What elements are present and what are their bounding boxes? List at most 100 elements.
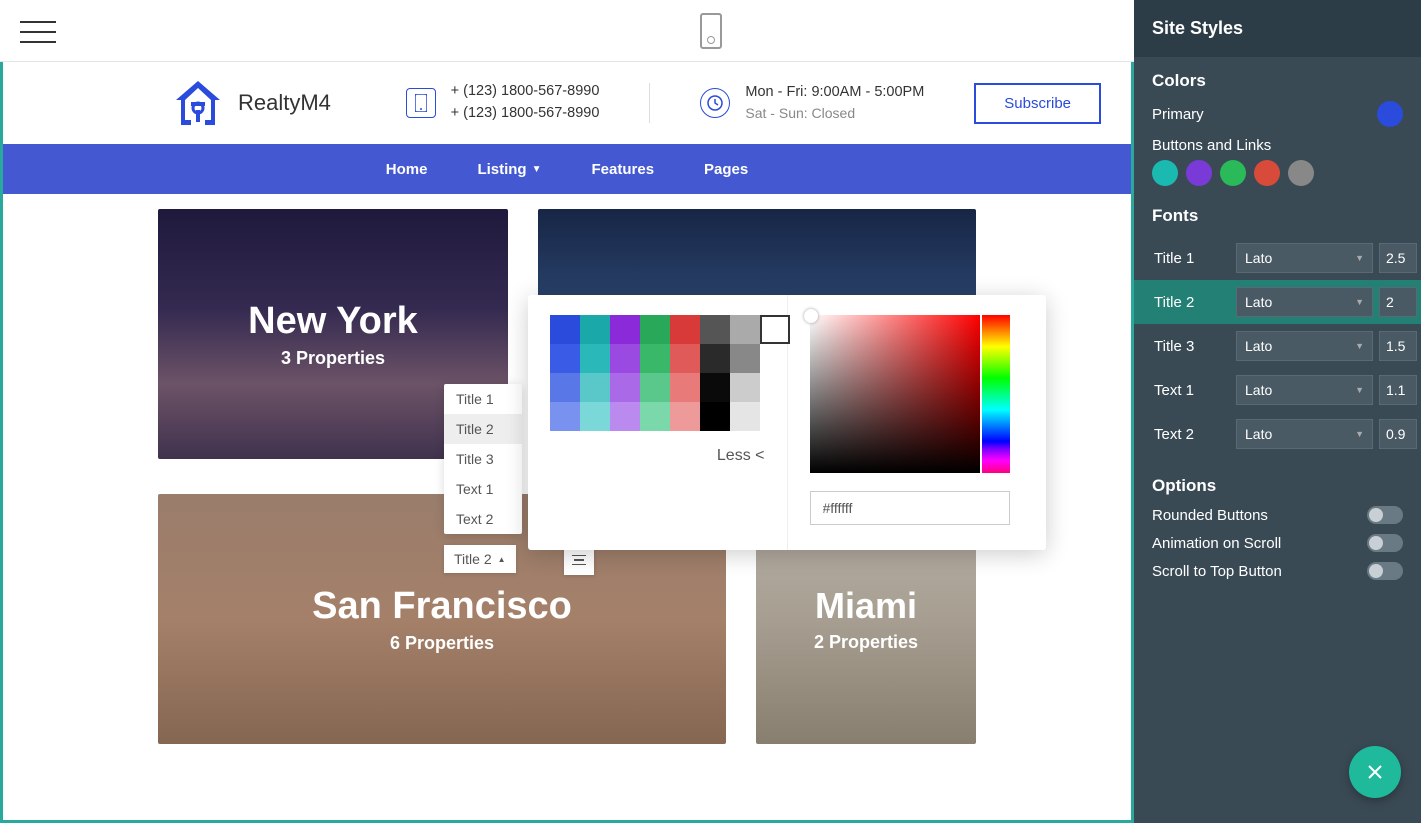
color-swatch[interactable] xyxy=(700,344,730,373)
primary-color-swatch[interactable] xyxy=(1377,101,1403,127)
font-family-select[interactable]: Lato▼ xyxy=(1236,287,1373,317)
panel-title: Site Styles xyxy=(1134,0,1421,57)
options-section: Options Rounded Buttons Animation on Scr… xyxy=(1134,462,1421,596)
style-option-text-2[interactable]: Text 2 xyxy=(444,504,522,534)
style-option-text-1[interactable]: Text 1 xyxy=(444,474,522,504)
hue-slider[interactable] xyxy=(982,315,1010,473)
font-family-select[interactable]: Lato▼ xyxy=(1236,331,1373,361)
color-swatch[interactable] xyxy=(730,344,760,373)
nav-listing[interactable]: Listing▼ xyxy=(477,161,541,178)
color-swatch[interactable] xyxy=(550,344,580,373)
font-row-title-2[interactable]: Title 2 Lato▼ xyxy=(1134,280,1421,324)
card-title: Miami xyxy=(815,585,917,627)
button-color-swatch[interactable] xyxy=(1186,160,1212,186)
color-swatch[interactable] xyxy=(700,402,730,431)
nav-home[interactable]: Home xyxy=(386,161,428,178)
button-color-swatch[interactable] xyxy=(1254,160,1280,186)
color-swatch[interactable] xyxy=(610,402,640,431)
color-swatch[interactable] xyxy=(610,373,640,402)
color-swatch[interactable] xyxy=(640,315,670,344)
color-swatch[interactable] xyxy=(580,315,610,344)
fonts-section: Fonts Title 1Lato▼Title 2Lato▼Title 3Lat… xyxy=(1134,192,1421,462)
logo[interactable]: RealtyM4 xyxy=(173,78,331,128)
color-swatch[interactable] xyxy=(670,402,700,431)
phone-2[interactable]: + (123) 1800-567-8990 xyxy=(451,103,600,125)
separator xyxy=(649,83,650,123)
button-color-swatch[interactable] xyxy=(1288,160,1314,186)
style-option-title-3[interactable]: Title 3 xyxy=(444,444,522,474)
font-rows: Title 1Lato▼Title 2Lato▼Title 3Lato▼Text… xyxy=(1152,236,1403,456)
style-option-title-2[interactable]: Title 2 xyxy=(444,414,522,444)
hamburger-menu-icon[interactable] xyxy=(20,13,56,49)
font-family-select[interactable]: Lato▼ xyxy=(1236,419,1373,449)
less-toggle[interactable]: Less < xyxy=(550,447,765,465)
scroll-top-toggle[interactable] xyxy=(1367,562,1403,580)
phone-1[interactable]: + (123) 1800-567-8990 xyxy=(451,81,600,103)
font-size-input[interactable] xyxy=(1379,243,1417,273)
animation-scroll-row: Animation on Scroll xyxy=(1152,534,1403,552)
primary-label: Primary xyxy=(1152,106,1204,123)
custom-color-panel xyxy=(788,295,1047,550)
font-family-select[interactable]: Lato▼ xyxy=(1236,243,1373,273)
color-swatch-selected[interactable] xyxy=(760,315,790,344)
color-swatch[interactable] xyxy=(670,373,700,402)
hours-2: Sat - Sun: Closed xyxy=(745,103,924,124)
color-swatch[interactable] xyxy=(640,373,670,402)
font-family-select[interactable]: Lato▼ xyxy=(1236,375,1373,405)
font-row-text-1[interactable]: Text 1Lato▼ xyxy=(1134,368,1421,412)
animation-toggle[interactable] xyxy=(1367,534,1403,552)
button-colors-row xyxy=(1152,160,1403,186)
scrolltop-label: Scroll to Top Button xyxy=(1152,563,1282,580)
font-size-input[interactable] xyxy=(1379,331,1417,361)
button-color-swatch[interactable] xyxy=(1152,160,1178,186)
sv-cursor[interactable] xyxy=(804,309,818,323)
card-subtitle: 2 Properties xyxy=(814,632,918,653)
hours-1: Mon - Fri: 9:00AM - 5:00PM xyxy=(745,82,924,104)
primary-color-row: Primary xyxy=(1152,101,1403,127)
color-swatch[interactable] xyxy=(640,402,670,431)
hex-input[interactable] xyxy=(810,491,1010,525)
font-size-input[interactable] xyxy=(1379,419,1417,449)
house-logo-icon xyxy=(173,78,223,128)
style-option-title-1[interactable]: Title 1 xyxy=(444,384,522,414)
color-swatch[interactable] xyxy=(730,315,760,344)
button-color-swatch[interactable] xyxy=(1220,160,1246,186)
color-swatch[interactable] xyxy=(730,373,760,402)
color-swatch[interactable] xyxy=(700,315,730,344)
color-swatch[interactable] xyxy=(670,344,700,373)
saturation-value-box[interactable] xyxy=(810,315,980,473)
color-swatch[interactable] xyxy=(550,373,580,402)
font-size-input[interactable] xyxy=(1379,375,1417,405)
color-swatch[interactable] xyxy=(550,315,580,344)
font-row-text-2[interactable]: Text 2Lato▼ xyxy=(1134,412,1421,456)
subscribe-button[interactable]: Subscribe xyxy=(974,83,1101,124)
font-row-title-3[interactable]: Title 3Lato▼ xyxy=(1134,324,1421,368)
font-row-title-1[interactable]: Title 1Lato▼ xyxy=(1134,236,1421,280)
color-swatch[interactable] xyxy=(550,402,580,431)
mobile-preview-icon[interactable] xyxy=(700,13,722,49)
rounded-toggle[interactable] xyxy=(1367,506,1403,524)
font-label: Title 2 xyxy=(1150,294,1230,311)
color-swatch[interactable] xyxy=(580,344,610,373)
close-panel-button[interactable] xyxy=(1349,746,1401,798)
color-swatch[interactable] xyxy=(580,373,610,402)
scroll-top-row: Scroll to Top Button xyxy=(1152,562,1403,580)
color-swatch[interactable] xyxy=(580,402,610,431)
site-header: RealtyM4 + (123) 1800-567-8990 + (123) 1… xyxy=(3,62,1131,144)
colors-section: Colors Primary Buttons and Links xyxy=(1134,57,1421,192)
colors-heading: Colors xyxy=(1152,71,1403,91)
chevron-down-icon: ▼ xyxy=(532,164,542,175)
swatch-panel: Less < xyxy=(528,295,788,550)
card-title: New York xyxy=(248,300,418,343)
nav-pages[interactable]: Pages xyxy=(704,161,748,178)
color-swatch[interactable] xyxy=(640,344,670,373)
color-picker-popup: Less < xyxy=(528,295,1046,550)
color-swatch[interactable] xyxy=(610,344,640,373)
color-swatch[interactable] xyxy=(700,373,730,402)
color-swatch[interactable] xyxy=(730,402,760,431)
color-swatch[interactable] xyxy=(670,315,700,344)
font-size-input[interactable] xyxy=(1379,287,1417,317)
nav-features[interactable]: Features xyxy=(592,161,655,178)
text-style-selector[interactable]: Title 2 ▲ xyxy=(444,545,516,573)
color-swatch[interactable] xyxy=(610,315,640,344)
